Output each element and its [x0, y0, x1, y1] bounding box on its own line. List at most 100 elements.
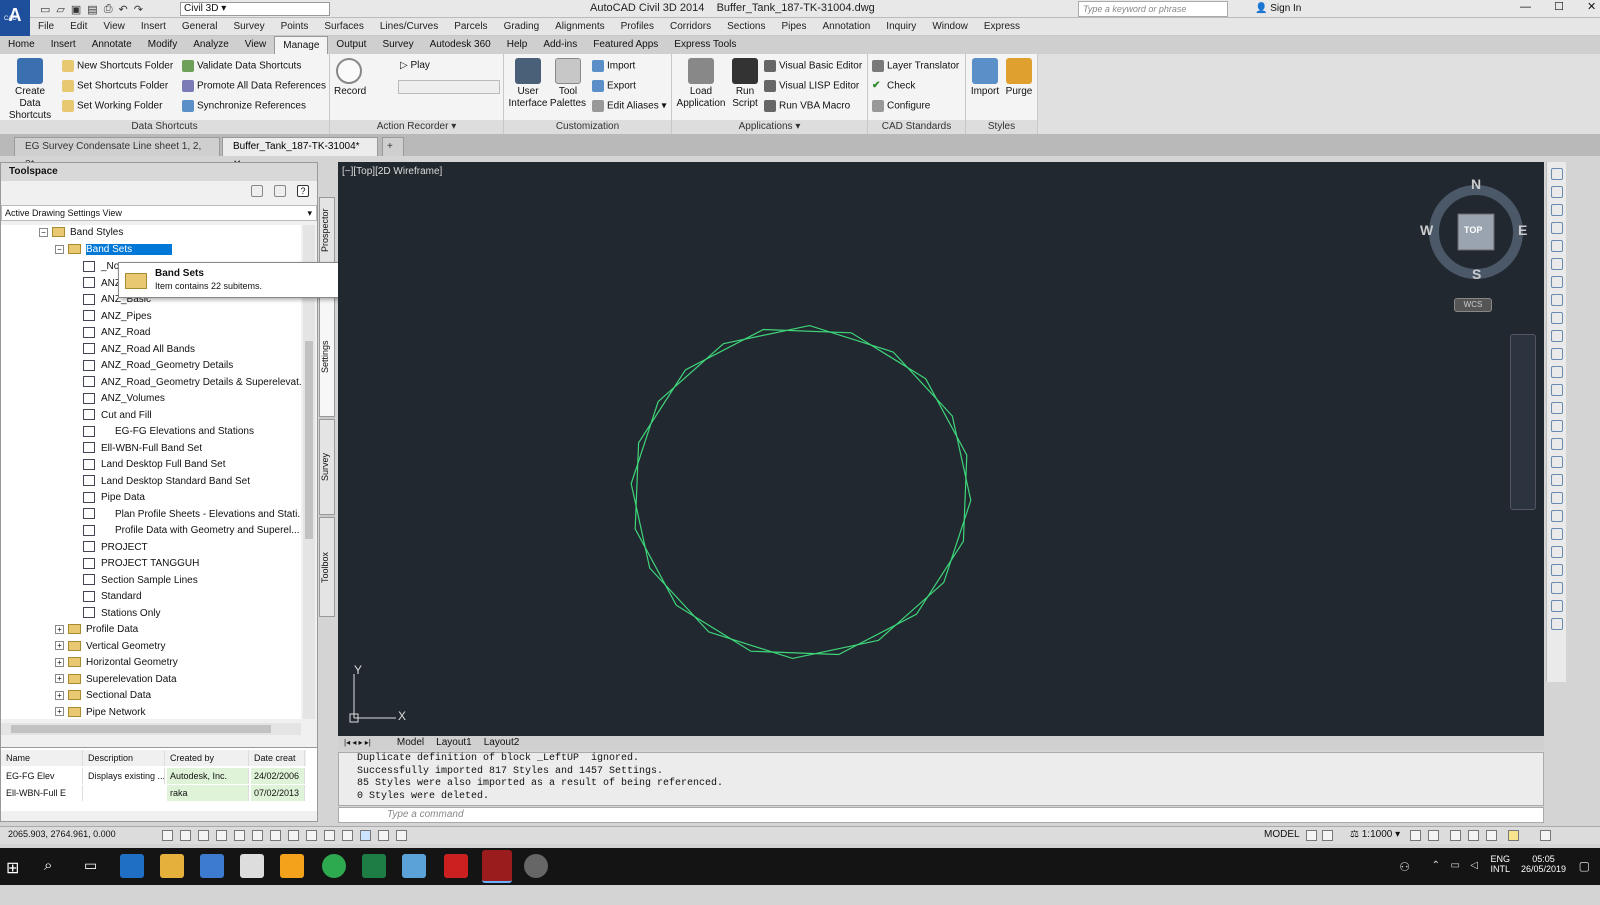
- tree-item-band-set[interactable]: Standard: [83, 589, 142, 605]
- purge-button[interactable]: Purge: [1002, 58, 1036, 98]
- export-button[interactable]: Export: [592, 80, 636, 93]
- undo-icon[interactable]: ↶: [119, 3, 128, 16]
- tree-hscrollbar[interactable]: [1, 723, 301, 735]
- menu-item[interactable]: Alignments: [555, 21, 604, 32]
- people-icon[interactable]: ⚇: [1399, 860, 1410, 874]
- tool-icon[interactable]: [1551, 312, 1563, 324]
- quick-view-layouts-icon[interactable]: [1306, 830, 1317, 841]
- otrack-icon[interactable]: [270, 830, 281, 841]
- user-interface-button[interactable]: User Interface: [508, 58, 548, 110]
- load-application-button[interactable]: Load Application: [674, 58, 728, 110]
- tool-icon[interactable]: [1551, 474, 1563, 486]
- visual-lisp-editor-button[interactable]: Visual LISP Editor: [764, 80, 859, 93]
- macro-dropdown[interactable]: [398, 80, 500, 94]
- osnap-icon[interactable]: [252, 830, 263, 841]
- tab-add-ins[interactable]: Add-ins: [535, 36, 585, 54]
- tool-icon[interactable]: [1551, 600, 1563, 612]
- check-button[interactable]: ✔ Check: [872, 80, 915, 93]
- tool-palettes-button[interactable]: Tool Palettes: [548, 58, 588, 110]
- clean-screen-icon[interactable]: [1540, 830, 1551, 841]
- quick-view-drawings-icon[interactable]: [1322, 830, 1333, 841]
- tree-item-band-set[interactable]: ANZ_Road All Bands: [83, 342, 195, 358]
- windows-start-icon[interactable]: ⊞: [6, 858, 19, 878]
- tree-folder[interactable]: + Vertical Geometry: [55, 639, 165, 655]
- drawing-viewport[interactable]: [−][Top][2D Wireframe] Y X N S E W TOP W…: [338, 162, 1544, 736]
- tool-icon[interactable]: [1551, 564, 1563, 576]
- menu-item[interactable]: Annotation: [822, 21, 870, 32]
- autocad-logo[interactable]: A CAD: [0, 0, 30, 36]
- tool-icon[interactable]: [1551, 456, 1563, 468]
- edit-aliases-button[interactable]: Edit Aliases ▾: [592, 100, 667, 113]
- tab-output[interactable]: Output: [328, 36, 374, 54]
- tab-annotate[interactable]: Annotate: [84, 36, 140, 54]
- tool-icon[interactable]: [1551, 510, 1563, 522]
- tree-node-band-styles[interactable]: − Band Styles: [39, 225, 123, 241]
- polar-icon[interactable]: [234, 830, 245, 841]
- tool-icon[interactable]: [1551, 366, 1563, 378]
- help-icon[interactable]: ?: [297, 185, 309, 197]
- menu-item[interactable]: Inquiry: [886, 21, 916, 32]
- tool-icon[interactable]: [1551, 186, 1563, 198]
- tree-scrollbar-thumb[interactable]: [305, 341, 313, 539]
- new-icon[interactable]: ▭: [40, 3, 50, 16]
- tree-item-band-set[interactable]: Pipe Data: [83, 490, 145, 506]
- play-button[interactable]: ▷ Play: [400, 60, 430, 72]
- menu-item[interactable]: General: [182, 21, 218, 32]
- tree-item-band-set[interactable]: Stations Only: [83, 606, 160, 622]
- layout-nav-icon[interactable]: |◂ ◂ ▸ ▸|: [344, 736, 371, 750]
- tool-icon[interactable]: [1551, 546, 1563, 558]
- col-header[interactable]: Name: [3, 750, 83, 766]
- infer-constraints-icon[interactable]: [162, 830, 173, 841]
- tree-folder[interactable]: + Horizontal Geometry: [55, 655, 178, 671]
- mail-icon[interactable]: [240, 854, 264, 878]
- import-button[interactable]: Import: [592, 60, 635, 73]
- ducs-icon[interactable]: [288, 830, 299, 841]
- tree-item-band-set[interactable]: Profile Data with Geometry and Superel..…: [83, 523, 300, 539]
- excel-icon[interactable]: [362, 854, 386, 878]
- menu-item[interactable]: Insert: [141, 21, 166, 32]
- tab-featured-apps[interactable]: Featured Apps: [585, 36, 666, 54]
- print-icon[interactable]: ⎙: [104, 3, 113, 16]
- tool-icon[interactable]: [1551, 204, 1563, 216]
- coordinate-readout[interactable]: 2065.903, 2764.961, 0.000: [8, 829, 116, 839]
- notifications-icon[interactable]: ▢: [1579, 859, 1590, 873]
- model-space-toggle[interactable]: MODEL: [1264, 829, 1300, 840]
- tree-item-band-set[interactable]: _No: [83, 259, 119, 275]
- tree-item-band-set[interactable]: Ell-WBN-Full Band Set: [83, 441, 202, 457]
- annotation-visibility-icon[interactable]: [1410, 830, 1421, 841]
- tree-folder[interactable]: + Pipe Network: [55, 705, 145, 720]
- tool-icon[interactable]: [1551, 618, 1563, 630]
- app-icon[interactable]: [524, 854, 548, 878]
- synchronize-references-button[interactable]: Synchronize References: [182, 100, 306, 113]
- wcs-menu[interactable]: WCS: [1454, 298, 1492, 312]
- annotation-scale[interactable]: ⚖ 1:1000 ▾: [1350, 829, 1400, 840]
- viewcube-top-label[interactable]: TOP: [1464, 225, 1482, 235]
- search-icon[interactable]: ⌕: [44, 857, 52, 874]
- tab-insert[interactable]: Insert: [43, 36, 84, 54]
- acrobat-icon[interactable]: [444, 854, 468, 878]
- outlook-icon[interactable]: [280, 854, 304, 878]
- tool-icon[interactable]: [1551, 294, 1563, 306]
- volume-icon[interactable]: ◁: [1470, 860, 1478, 871]
- menu-item[interactable]: Points: [281, 21, 309, 32]
- open-icon[interactable]: ▱: [56, 3, 64, 16]
- compass-south[interactable]: S: [1472, 266, 1481, 282]
- tree-item-band-set[interactable]: Section Sample Lines: [83, 573, 198, 589]
- expand-icon[interactable]: +: [55, 624, 64, 634]
- menu-item[interactable]: Corridors: [670, 21, 711, 32]
- chrome-icon[interactable]: [322, 854, 346, 878]
- menu-item[interactable]: Survey: [233, 21, 264, 32]
- tree-item-band-set[interactable]: ANZ_Volumes: [83, 391, 165, 407]
- annotation-monitor-icon[interactable]: [396, 830, 407, 841]
- tree-item-band-set[interactable]: Plan Profile Sheets - Elevations and Sta…: [83, 507, 301, 523]
- tree-item-band-set[interactable]: ANZ_Road_Geometry Details: [83, 358, 233, 374]
- table-row[interactable]: Ell-WBN-Full E raka 07/02/2013: [1, 785, 306, 801]
- transparency-icon[interactable]: [342, 830, 353, 841]
- tree-item-band-set[interactable]: Land Desktop Standard Band Set: [83, 474, 250, 490]
- tree-item-band-set[interactable]: PROJECT: [83, 540, 148, 556]
- tool-icon[interactable]: [1551, 330, 1563, 342]
- doc-tab-buffer-tank[interactable]: Buffer_Tank_187-TK-31004* ✕: [222, 137, 378, 170]
- tree-item-band-set[interactable]: ANZ_Road: [83, 325, 150, 341]
- tool-icon[interactable]: [1551, 258, 1563, 270]
- workspace-dropdown[interactable]: Civil 3D ▾: [180, 2, 330, 16]
